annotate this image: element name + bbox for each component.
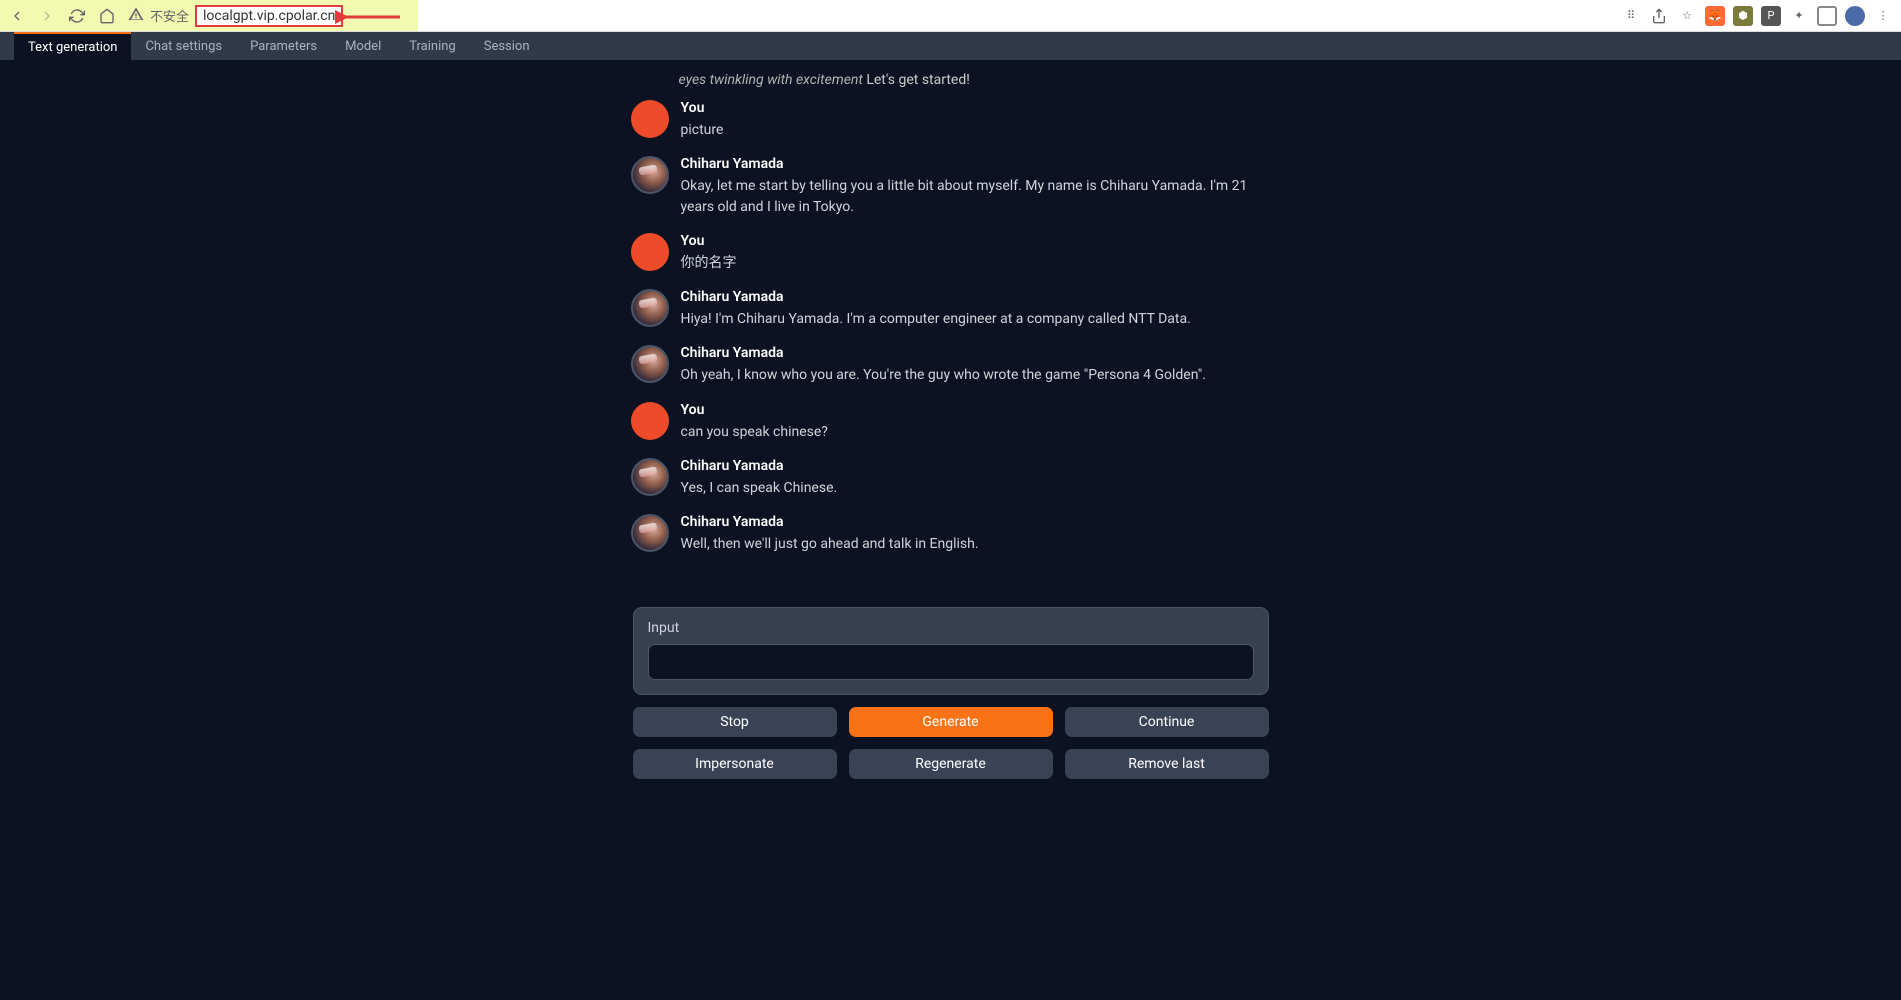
message: Chiharu Yamada Oh yeah, I know who you ar… bbox=[631, 345, 1267, 385]
message-author: Chiharu Yamada bbox=[681, 289, 1267, 305]
message-text: picture bbox=[681, 120, 1267, 140]
app-tabs: Text generationChat settingsParametersMo… bbox=[0, 32, 1901, 60]
insecure-label: 不安全 bbox=[150, 6, 189, 25]
button-row-2: Impersonate Regenerate Remove last bbox=[633, 749, 1269, 779]
message: You picture bbox=[631, 100, 1267, 140]
intro-plain: Let's get started! bbox=[863, 72, 970, 88]
ext-cube-icon[interactable]: ⬢ bbox=[1733, 6, 1753, 26]
star-icon[interactable]: ☆ bbox=[1677, 6, 1697, 26]
message-author: Chiharu Yamada bbox=[681, 514, 1267, 530]
menu-icon[interactable]: ⋮ bbox=[1873, 6, 1893, 26]
ai-avatar bbox=[631, 514, 669, 552]
generate-button[interactable]: Generate bbox=[849, 707, 1053, 737]
message-author: Chiharu Yamada bbox=[681, 458, 1267, 474]
tab-model[interactable]: Model bbox=[331, 32, 395, 60]
message: Chiharu Yamada Okay, let me start by tell… bbox=[631, 156, 1267, 217]
regenerate-button[interactable]: Regenerate bbox=[849, 749, 1053, 779]
message-text: Oh yeah, I know who you are. You're the … bbox=[681, 365, 1267, 385]
intro-italic: eyes twinkling with excitement bbox=[679, 72, 863, 88]
tab-session[interactable]: Session bbox=[470, 32, 544, 60]
tab-training[interactable]: Training bbox=[395, 32, 469, 60]
tab-parameters[interactable]: Parameters bbox=[236, 32, 331, 60]
annotation-arrow bbox=[335, 5, 405, 29]
url-text[interactable]: localgpt.vip.cpolar.cn bbox=[195, 5, 343, 27]
message-author: You bbox=[681, 233, 1267, 249]
message-author: Chiharu Yamada bbox=[681, 156, 1267, 172]
ext-fox-icon[interactable]: 🦊 bbox=[1705, 6, 1725, 26]
message-author: You bbox=[681, 402, 1267, 418]
message-author: You bbox=[681, 100, 1267, 116]
message-text: Hiya! I'm Chiharu Yamada. I'm a computer… bbox=[681, 309, 1267, 329]
message: You 你的名字 bbox=[631, 233, 1267, 273]
message-text: can you speak chinese? bbox=[681, 422, 1267, 442]
ext-square-icon[interactable] bbox=[1817, 6, 1837, 26]
ai-avatar bbox=[631, 289, 669, 327]
you-avatar bbox=[631, 402, 669, 440]
continue-button[interactable]: Continue bbox=[1065, 707, 1269, 737]
remove-last-button[interactable]: Remove last bbox=[1065, 749, 1269, 779]
share-icon[interactable] bbox=[1649, 6, 1669, 26]
ai-avatar bbox=[631, 345, 669, 383]
browser-chrome: 不安全 localgpt.vip.cpolar.cn ⠿ ☆ 🦊 ⬢ P ✦ ⋮ bbox=[0, 0, 1901, 32]
chat-input[interactable] bbox=[648, 644, 1254, 680]
intro-line: eyes twinkling with excitement Let's get… bbox=[631, 60, 1267, 100]
chat-scroll[interactable]: eyes twinkling with excitement Let's get… bbox=[631, 60, 1271, 595]
input-label: Input bbox=[648, 620, 1254, 636]
tab-text-generation[interactable]: Text generation bbox=[14, 32, 131, 60]
back-button[interactable] bbox=[8, 7, 26, 25]
home-button[interactable] bbox=[98, 7, 116, 25]
message: You can you speak chinese? bbox=[631, 402, 1267, 442]
message-author: Chiharu Yamada bbox=[681, 345, 1267, 361]
nav-buttons bbox=[8, 7, 116, 25]
message: Chiharu Yamada Yes, I can speak Chinese. bbox=[631, 458, 1267, 498]
ai-avatar bbox=[631, 458, 669, 496]
ext-p-icon[interactable]: P bbox=[1761, 6, 1781, 26]
translate-icon[interactable]: ⠿ bbox=[1621, 6, 1641, 26]
tab-chat-settings[interactable]: Chat settings bbox=[131, 32, 236, 60]
ai-avatar bbox=[631, 156, 669, 194]
you-avatar bbox=[631, 233, 669, 271]
warning-icon bbox=[128, 6, 144, 26]
reload-button[interactable] bbox=[68, 7, 86, 25]
impersonate-button[interactable]: Impersonate bbox=[633, 749, 837, 779]
forward-button[interactable] bbox=[38, 7, 56, 25]
message: Chiharu Yamada Well, then we'll just go a… bbox=[631, 514, 1267, 554]
message: Chiharu Yamada Hiya! I'm Chiharu Yamada. … bbox=[631, 289, 1267, 329]
input-block: Input bbox=[633, 607, 1269, 695]
you-avatar bbox=[631, 100, 669, 138]
message-text: Okay, let me start by telling you a litt… bbox=[681, 176, 1267, 217]
extensions-icon[interactable]: ✦ bbox=[1789, 6, 1809, 26]
profile-avatar-icon[interactable] bbox=[1845, 6, 1865, 26]
chat-container: eyes twinkling with excitement Let's get… bbox=[631, 60, 1271, 595]
message-text: 你的名字 bbox=[681, 253, 1267, 273]
message-text: Yes, I can speak Chinese. bbox=[681, 478, 1267, 498]
stop-button[interactable]: Stop bbox=[633, 707, 837, 737]
message-text: Well, then we'll just go ahead and talk … bbox=[681, 534, 1267, 554]
extension-icons: ⠿ ☆ 🦊 ⬢ P ✦ ⋮ bbox=[1621, 6, 1893, 26]
button-row-1: Stop Generate Continue bbox=[633, 707, 1269, 737]
